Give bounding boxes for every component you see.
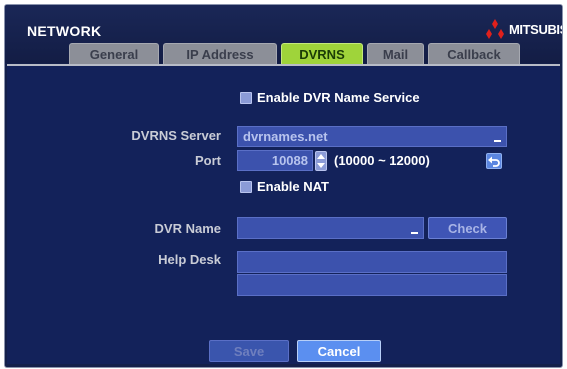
enable-nat-label: Enable NAT [257,179,329,194]
port-range-hint: (10000 ~ 12000) [334,153,430,168]
dvrns-server-field[interactable]: dvrnames.net [237,126,507,147]
checkbox-box [240,180,252,193]
tab-bar: General IP Address DVRNS Mail Callback [69,43,524,64]
brand-name: MITSUBISHI [509,21,562,37]
dvr-name-label: DVR Name [154,221,221,236]
port-value: 10088 [271,153,308,168]
enable-dvrns-checkbox[interactable]: Enable DVR Name Service [240,90,420,105]
cancel-button[interactable]: Cancel [297,340,381,362]
dvrns-panel: Enable DVR Name Service DVRNS Server dvr… [7,64,560,364]
dvrns-server-value: dvrnames.net [243,129,328,144]
tab-dvrns[interactable]: DVRNS [281,43,363,64]
help-desk-line-1[interactable] [237,251,507,273]
tab-general[interactable]: General [69,43,159,64]
tab-ip-address[interactable]: IP Address [163,43,277,64]
port-label: Port [195,153,221,168]
up-down-arrows-icon[interactable] [315,151,327,171]
dvrns-server-label: DVRNS Server [131,128,221,143]
undo-arrow-icon[interactable] [486,153,502,169]
help-desk-line-2[interactable] [237,274,507,296]
enable-nat-checkbox[interactable]: Enable NAT [240,179,329,194]
edit-cursor-icon [411,232,418,234]
check-button[interactable]: Check [428,217,507,239]
network-dialog: NETWORK MITSUBISHI General IP Address DV… [4,4,563,368]
port-field[interactable]: 10088 [237,150,313,171]
dialog-header: NETWORK MITSUBISHI General IP Address DV… [5,5,562,64]
tab-callback[interactable]: Callback [428,43,520,64]
edit-cursor-icon [494,140,501,142]
checkbox-box [240,91,252,104]
brand-logo: MITSUBISHI [483,19,562,39]
tab-mail[interactable]: Mail [367,43,424,64]
dialog-title: NETWORK [27,23,102,39]
save-button[interactable]: Save [209,340,289,362]
enable-dvrns-label: Enable DVR Name Service [257,90,420,105]
dvr-name-field[interactable] [237,217,424,239]
help-desk-label: Help Desk [158,252,221,267]
mitsubishi-diamonds-icon [486,19,504,39]
